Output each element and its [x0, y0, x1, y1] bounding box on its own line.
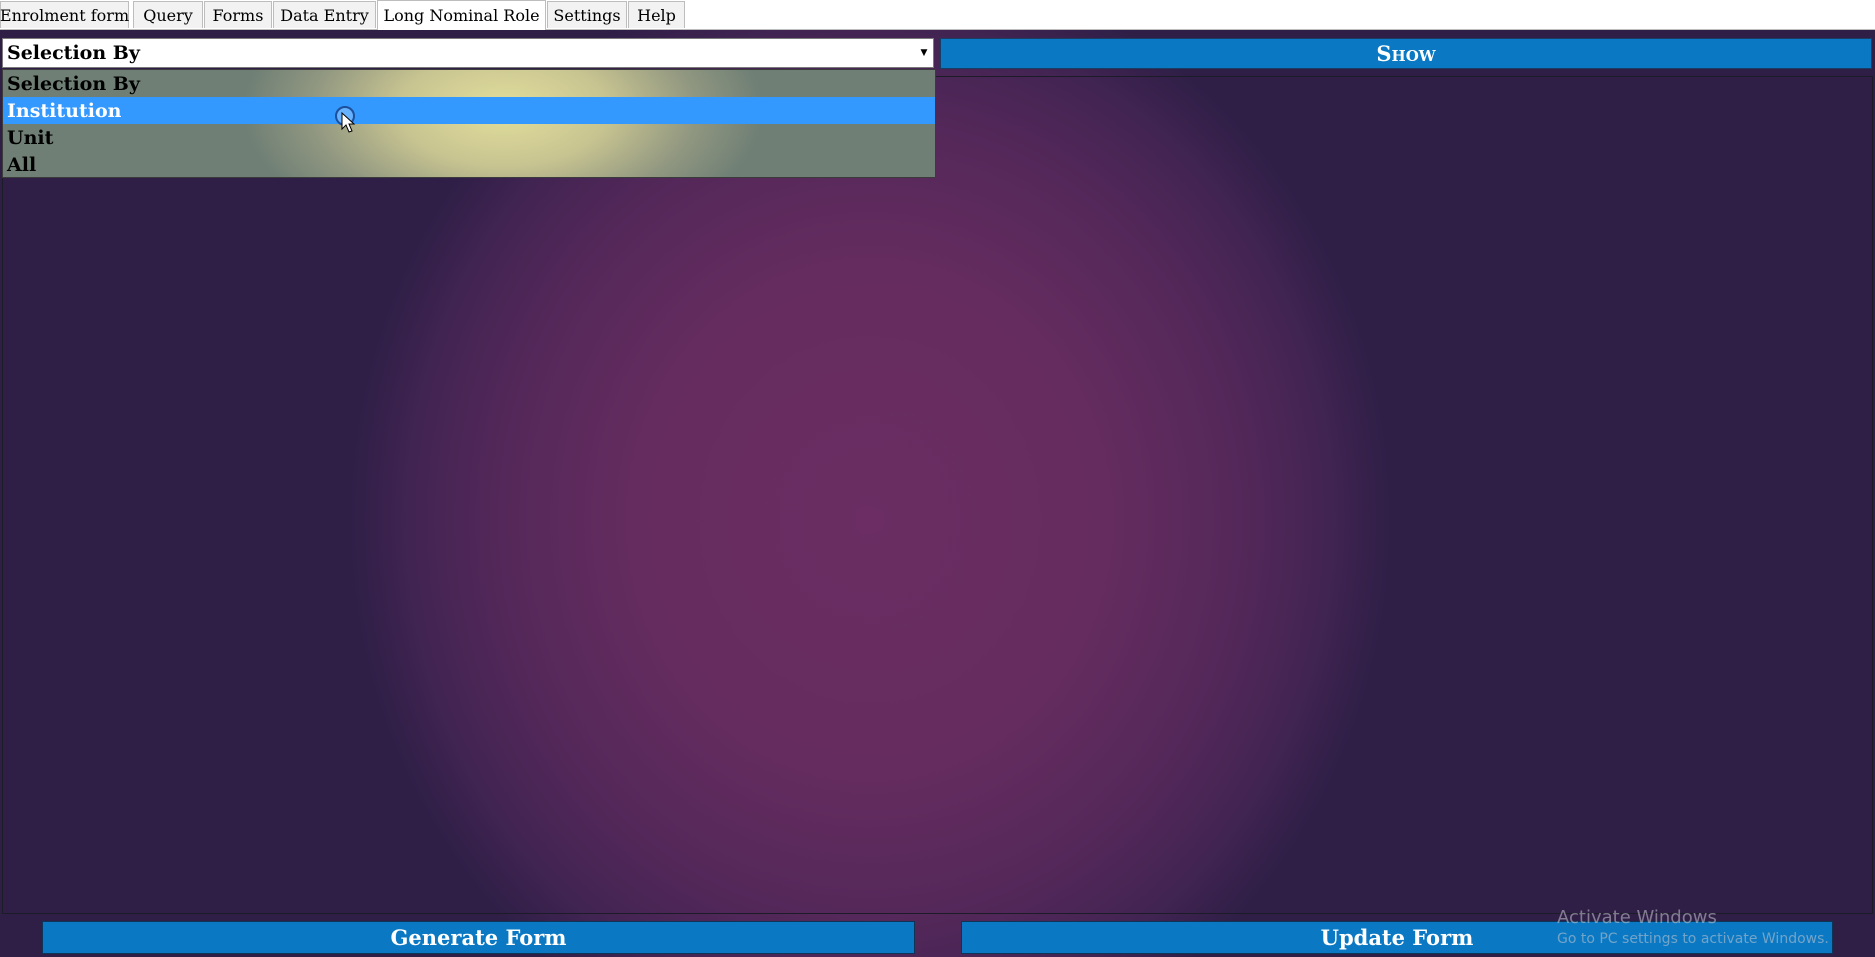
dropdown-option-all[interactable]: All — [3, 151, 935, 178]
app-window: Enrolment form Query Forms Data Entry Lo… — [0, 0, 1875, 957]
tab-enrolment-form[interactable]: Enrolment form — [0, 1, 129, 28]
tab-forms[interactable]: Forms — [204, 1, 272, 28]
selection-by-combobox[interactable]: Selection By ▼ — [2, 38, 934, 68]
dropdown-option-selection-by[interactable]: Selection By — [3, 70, 935, 97]
tab-bar: Enrolment form Query Forms Data Entry Lo… — [0, 0, 1875, 30]
selection-dropdown-list: Selection By Institution Unit All — [2, 69, 936, 178]
dropdown-option-unit[interactable]: Unit — [3, 124, 935, 151]
content-area — [2, 76, 1873, 914]
tab-help[interactable]: Help — [628, 1, 685, 28]
mouse-cursor-icon — [335, 106, 356, 133]
tab-query[interactable]: Query — [133, 1, 203, 28]
update-form-button[interactable]: Update Form — [961, 921, 1833, 954]
combobox-value: Selection By — [7, 42, 140, 64]
show-button[interactable]: Show — [940, 38, 1872, 69]
chevron-down-icon[interactable]: ▼ — [917, 41, 931, 65]
dropdown-option-institution[interactable]: Institution — [3, 97, 935, 124]
tab-settings[interactable]: Settings — [547, 1, 627, 28]
tab-long-nominal-role[interactable]: Long Nominal Role — [377, 0, 546, 30]
tab-data-entry[interactable]: Data Entry — [273, 1, 376, 28]
generate-form-button[interactable]: Generate Form — [42, 921, 915, 954]
